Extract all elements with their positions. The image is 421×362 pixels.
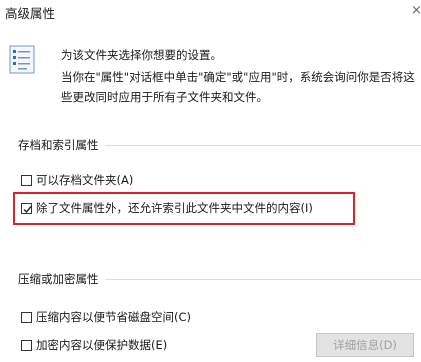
title-bar: 高级属性 × [0, 0, 421, 28]
details-button[interactable]: 详细信息(D) [316, 333, 414, 357]
compress-group-divider [105, 279, 421, 280]
index-label: 除了文件属性外，还允许索引此文件夹中文件的内容(I) [36, 201, 313, 215]
compress-checkbox[interactable] [21, 312, 32, 323]
description-line-2: 当你在"属性"对话框中单击"确定"或"应用"时，系统会询问你是否将这 [61, 70, 415, 84]
archive-group-title: 存档和索引属性 [18, 138, 99, 152]
check-icon [23, 206, 32, 214]
index-checkbox[interactable] [21, 203, 32, 214]
close-icon[interactable]: × [411, 3, 421, 18]
document-list-icon [9, 45, 37, 75]
compress-label: 压缩内容以便节省磁盘空间(C) [36, 310, 192, 324]
archive-checkbox[interactable] [21, 175, 32, 186]
encrypt-checkbox[interactable] [21, 340, 32, 351]
description-line-1: 为该文件夹选择你想要的设置。 [61, 48, 222, 62]
compress-group-title: 压缩或加密属性 [18, 272, 99, 286]
description-line-3: 些更改同时应用于所有子文件夹和文件。 [61, 90, 268, 104]
dialog-title: 高级属性 [5, 6, 56, 21]
archive-group-divider [105, 145, 421, 146]
encrypt-label: 加密内容以便保护数据(E) [36, 338, 168, 352]
archive-label: 可以存档文件夹(A) [36, 173, 134, 187]
